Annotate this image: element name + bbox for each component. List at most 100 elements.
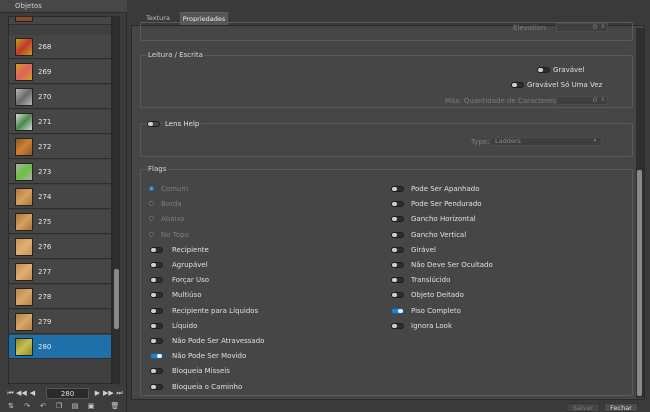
elevation-spin-icon[interactable]: ⇕: [600, 24, 606, 31]
swap-icon[interactable]: ⇅: [6, 402, 16, 411]
elevation-value: 0: [592, 23, 597, 31]
elevation-input[interactable]: 0 ⇕: [556, 23, 608, 32]
close-button[interactable]: Fechar: [604, 403, 638, 412]
flag-toggle[interactable]: [150, 322, 163, 329]
paste-icon[interactable]: ▤: [70, 402, 80, 411]
copy-icon[interactable]: ❐: [54, 402, 64, 411]
object-thumbnail: [15, 288, 33, 306]
flag-toggle[interactable]: [391, 186, 404, 192]
object-list-item[interactable]: 276: [9, 235, 111, 259]
max-caracteres-value: 0: [592, 96, 597, 104]
properties-scrollbar[interactable]: [636, 28, 644, 398]
object-list-item[interactable]: 275: [9, 210, 111, 234]
dialog-buttons: Salvar Fechar: [560, 403, 645, 412]
object-list-item[interactable]: 277: [9, 260, 111, 284]
object-list-item[interactable]: 269: [9, 60, 111, 84]
flag-toggle[interactable]: [150, 292, 163, 299]
object-id-label: 273: [38, 168, 52, 176]
flags-group: Flags Comum Borda Abaixo No Topo Recipiente A…: [140, 165, 633, 396]
page-number-input[interactable]: [46, 388, 89, 399]
flag-toggle[interactable]: [150, 368, 163, 375]
object-thumbnail: [15, 213, 33, 231]
object-list-item[interactable]: 270: [9, 85, 111, 109]
object-list-item[interactable]: 280: [9, 335, 111, 359]
save-button[interactable]: Salvar: [566, 403, 600, 412]
flag-label: Não Pode Ser Movido: [172, 352, 247, 361]
object-thumbnail: [15, 88, 33, 106]
object-id-label: 269: [38, 68, 52, 76]
flag-toggle[interactable]: [391, 292, 404, 299]
flag-label: Piso Completo: [411, 306, 461, 315]
flag-radio-label: Comum: [161, 185, 189, 193]
object-list-item[interactable]: 278: [9, 285, 111, 309]
lens-help-toggle[interactable]: [147, 121, 160, 127]
flag-toggle[interactable]: [150, 338, 163, 344]
flag-label: Pode Ser Pendurado: [411, 200, 482, 209]
object-thumbnail: [15, 63, 33, 81]
objects-list[interactable]: 268 269 270 271 272 273 274 275 276 277 278 279 280: [8, 16, 112, 384]
redo-icon[interactable]: ↷: [22, 402, 32, 411]
duplicate-icon[interactable]: ▣: [86, 402, 96, 411]
flag-toggle[interactable]: [150, 383, 163, 390]
gravavel-uma-vez-toggle[interactable]: [511, 82, 524, 88]
object-thumbnail: [15, 263, 33, 281]
chevron-down-icon: ▾: [593, 138, 597, 144]
object-thumbnail: [15, 188, 33, 206]
flag-toggle[interactable]: [150, 262, 163, 268]
max-caracteres-input[interactable]: 0 ⇕: [556, 96, 608, 105]
objects-scrollbar-thumb[interactable]: [114, 269, 119, 329]
flag-toggle[interactable]: [391, 231, 404, 238]
flag-label: Girável: [411, 245, 436, 254]
flag-radio[interactable]: [149, 201, 154, 207]
delete-icon[interactable]: 🗑: [110, 402, 120, 411]
object-list-item[interactable]: 272: [9, 135, 111, 159]
flag-toggle[interactable]: [391, 262, 404, 268]
flag-label: Bloqueia Mísseis: [172, 367, 230, 376]
next-fast-icon[interactable]: ▶▶: [103, 388, 114, 399]
flag-toggle[interactable]: [150, 353, 163, 360]
gravavel-toggle[interactable]: [537, 67, 550, 73]
prev-page-icon[interactable]: ◀: [28, 388, 37, 399]
object-list-item-partial[interactable]: [9, 17, 111, 25]
lens-group: Lens Help Type: Ladders ▾: [140, 120, 633, 157]
object-id-label: 277: [38, 268, 52, 276]
flag-toggle[interactable]: [391, 201, 404, 208]
flag-toggle[interactable]: [150, 277, 163, 284]
flag-toggle[interactable]: [391, 246, 404, 253]
objects-scrollbar[interactable]: [112, 16, 120, 384]
first-page-icon[interactable]: ⏮: [6, 388, 15, 399]
object-list-item[interactable]: 274: [9, 185, 111, 209]
object-list-item[interactable]: 279: [9, 310, 111, 334]
flag-radio[interactable]: [149, 231, 154, 237]
last-page-icon[interactable]: ⏭: [115, 388, 124, 399]
lens-type-select[interactable]: Ladders ▾: [490, 137, 602, 146]
prev-fast-icon[interactable]: ◀◀: [16, 388, 27, 399]
flag-toggle[interactable]: [391, 277, 404, 284]
objects-panel-title: Objetos: [0, 0, 127, 13]
flag-radio[interactable]: [149, 186, 154, 191]
leitura-escrita-title: Leitura / Escrita: [147, 51, 204, 59]
next-page-icon[interactable]: ▶: [93, 388, 102, 399]
object-id-label: 274: [38, 193, 52, 201]
object-list-item[interactable]: 273: [9, 160, 111, 184]
undo-icon[interactable]: ↶: [38, 402, 48, 411]
lens-help-label: Lens Help: [163, 120, 202, 128]
properties-scrollbar-thumb[interactable]: [637, 170, 642, 396]
object-list-item[interactable]: 271: [9, 110, 111, 134]
flag-label: Gancho Horizontal: [411, 215, 476, 224]
flag-toggle[interactable]: [150, 246, 163, 253]
flag-toggle[interactable]: [391, 322, 404, 329]
flag-label: Não Deve Ser Ocultado: [411, 261, 493, 269]
max-caracteres-spin-icon[interactable]: ⇕: [600, 97, 606, 104]
object-thumbnail: [15, 313, 33, 331]
object-thumbnail: [15, 338, 33, 356]
flag-label: Pode Ser Apanhado: [411, 185, 480, 193]
object-thumbnail: [15, 38, 33, 56]
pager: ⏮ ◀◀ ◀ ▶ ▶▶ ⏭: [6, 388, 126, 399]
object-list-item[interactable]: 268: [9, 35, 111, 59]
flag-toggle[interactable]: [391, 216, 404, 223]
flag-toggle[interactable]: [391, 307, 404, 314]
flag-radio[interactable]: [149, 216, 154, 222]
object-thumbnail: [15, 138, 33, 156]
flag-toggle[interactable]: [150, 307, 163, 314]
